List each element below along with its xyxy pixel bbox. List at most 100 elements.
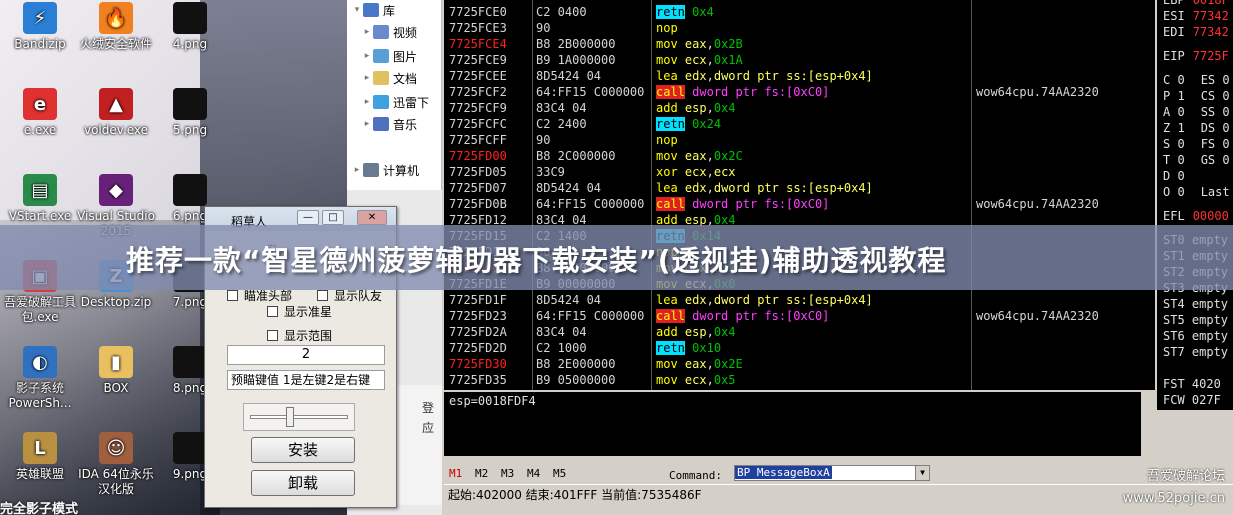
thunder-folder-icon <box>373 95 389 109</box>
desktop-icon[interactable]: L 英雄联盟 <box>0 432 80 482</box>
checkbox-box[interactable] <box>317 289 328 301</box>
disasm-row[interactable]: 7725FCE3 90 nop <box>444 20 1155 36</box>
tab-m3[interactable]: M3 <box>501 467 514 480</box>
disassembly-pane[interactable]: 7725FCE0 C2 0400 retn 0x4 7725FCE3 90 nop 772… <box>444 0 1155 403</box>
register-line[interactable]: D 0 <box>1163 168 1201 184</box>
register-line[interactable]: A 0 SS 0 <box>1163 104 1230 120</box>
disasm-row[interactable]: 7725FCE9 B9 1A000000 mov ecx,0x1A <box>444 52 1155 68</box>
explorer-item-label: 文档 <box>393 71 418 86</box>
install-button[interactable]: 安装 <box>251 437 355 463</box>
disasm-row[interactable]: 7725FCE4 B8 2B000000 mov eax,0x2B <box>444 36 1155 52</box>
desktop-icon[interactable]: ◐ 影子系统PowerSh... <box>0 346 80 411</box>
desktop-icon[interactable]: 4.png <box>150 2 230 52</box>
disasm-row[interactable]: 7725FD1F 8D5424 04 lea edx,dword ptr ss:[e… <box>444 292 1155 308</box>
info-scrollbar[interactable] <box>1141 392 1155 456</box>
disasm-row[interactable]: 7725FD30 B8 2E000000 mov eax,0x2E <box>444 356 1155 372</box>
register-line[interactable]: O 0 Last <box>1163 184 1230 200</box>
disasm-row[interactable]: 7725FD07 8D5424 04 lea edx,dword ptr ss:[e… <box>444 180 1155 196</box>
disasm-instruction: add esp,0x4 <box>656 100 736 116</box>
checkbox-show-range[interactable]: 显示范围 <box>267 327 332 343</box>
disasm-row[interactable]: 7725FD05 33C9 xor ecx,ecx <box>444 164 1155 180</box>
explorer-item[interactable]: ▸ 图片 <box>347 46 442 66</box>
desktop-icon[interactable]: e e.exe <box>0 88 80 138</box>
register-line[interactable]: FST 4020 <box>1163 376 1221 392</box>
partial-label-1: 登 <box>422 401 435 415</box>
register-line[interactable]: ST5 empty <box>1163 312 1228 328</box>
explorer-item[interactable]: ▸ 计算机 <box>347 160 442 180</box>
register-line[interactable]: T 0 GS 0 <box>1163 152 1230 168</box>
chevron-right-icon[interactable]: ▸ <box>361 27 373 37</box>
slider-thumb[interactable] <box>286 407 294 427</box>
minimize-button[interactable]: — <box>297 210 319 225</box>
desktop-icon[interactable]: 🔥 火绒安全软件 <box>76 2 156 52</box>
register-line[interactable]: ST4 empty <box>1163 296 1228 312</box>
disasm-row[interactable]: 7725FD23 64:FF15 C000000 call dword ptr fs… <box>444 308 1155 324</box>
close-button[interactable]: ✕ <box>357 210 387 225</box>
maximize-button[interactable]: □ <box>322 210 344 225</box>
uninstall-button[interactable]: 卸载 <box>251 470 355 496</box>
register-line[interactable]: C 0 ES 0 <box>1163 72 1230 88</box>
desktop-icon[interactable]: ▤ VStart.exe <box>0 174 80 224</box>
chevron-right-icon[interactable]: ▸ <box>361 51 373 61</box>
chevron-right-icon[interactable]: ▸ <box>361 73 373 83</box>
disasm-row[interactable]: 7725FCE0 C2 0400 retn 0x4 <box>444 4 1155 20</box>
register-line[interactable]: EDI 77342 <box>1163 24 1229 40</box>
chevron-down-icon[interactable]: ▾ <box>351 5 363 15</box>
register-line[interactable]: ST6 empty <box>1163 328 1228 344</box>
desktop-icon[interactable]: 5.png <box>150 88 230 138</box>
disasm-address: 7725FCE4 <box>449 37 507 51</box>
disasm-row[interactable]: 7725FCF2 64:FF15 C000000 call dword ptr fs… <box>444 84 1155 100</box>
register-line[interactable]: EFL 00000 <box>1163 208 1229 224</box>
checkbox-box[interactable] <box>227 289 238 301</box>
tab-m5[interactable]: M5 <box>553 467 566 480</box>
tab-m2[interactable]: M2 <box>475 467 488 480</box>
explorer-item[interactable]: ▸ 文档 <box>347 68 442 88</box>
disasm-row[interactable]: 7725FD35 B9 05000000 mov ecx,0x5 <box>444 372 1155 388</box>
chevron-right-icon[interactable]: ▸ <box>361 119 373 129</box>
disasm-bytes: C2 0400 <box>536 5 587 19</box>
registers-pane[interactable]: EBP 0018F ESI 77342 EDI 77342 EIP 7725F C 0 ES 0P… <box>1157 0 1233 410</box>
disasm-row[interactable]: 7725FCFF 90 nop <box>444 132 1155 148</box>
chevron-right-icon[interactable]: ▸ <box>361 97 373 107</box>
checkbox-show-crosshair[interactable]: 显示准星 <box>267 303 332 319</box>
explorer-item[interactable]: ▸ 迅雷下 <box>347 92 442 112</box>
command-input[interactable]: BP MessageBoxA ▼ <box>734 465 930 481</box>
checkbox-box[interactable] <box>267 329 278 341</box>
register-line[interactable]: EIP 7725F <box>1163 48 1229 64</box>
register-line[interactable]: ESI 77342 <box>1163 8 1229 24</box>
disasm-mnemonic: mov <box>656 37 678 51</box>
chevron-right-icon[interactable]: ▸ <box>351 165 363 175</box>
desktop-icon[interactable]: ▲ voldev.exe <box>76 88 156 138</box>
explorer-item[interactable]: ▸ 视频 <box>347 22 442 42</box>
register-line[interactable]: EBP 0018F <box>1163 0 1229 8</box>
disasm-bytes: B8 2C000000 <box>536 149 616 163</box>
register-line[interactable]: P 1 CS 0 <box>1163 88 1230 104</box>
disasm-row[interactable]: 7725FCEE 8D5424 04 lea edx,dword ptr ss:[e… <box>444 68 1155 84</box>
desktop-icon[interactable]: ▮ BOX <box>76 346 156 396</box>
tab-m1[interactable]: M1 <box>449 467 462 480</box>
register-value: 77342 <box>1192 25 1229 39</box>
disasm-row[interactable]: 7725FCFC C2 2400 retn 0x24 <box>444 116 1155 132</box>
disasm-row[interactable]: 7725FD2A 83C4 04 add esp,0x4 <box>444 324 1155 340</box>
disasm-mnemonic: retn <box>656 341 685 355</box>
chevron-down-icon[interactable]: ▼ <box>915 466 929 480</box>
explorer-item[interactable]: ▾ 库 <box>347 0 442 20</box>
register-line[interactable]: Z 1 DS 0 <box>1163 120 1230 136</box>
aim-value-input[interactable]: 2 <box>227 345 385 365</box>
desktop-icon[interactable]: ☺ IDA 64位永乐汉化版 <box>76 432 156 497</box>
desktop-icon[interactable]: ⚡ Bandizip <box>0 2 80 52</box>
register-line[interactable]: S 0 FS 0 <box>1163 136 1230 152</box>
disasm-row[interactable]: 7725FD00 B8 2C000000 mov eax,0x2C <box>444 148 1155 164</box>
aim-slider[interactable] <box>243 403 355 431</box>
register-line[interactable]: FCW 027F <box>1163 392 1221 408</box>
disasm-row[interactable]: 7725FD2D C2 1000 retn 0x10 <box>444 340 1155 356</box>
fpu-register: ST5 empty <box>1163 313 1229 327</box>
register-line[interactable]: ST7 empty <box>1163 344 1228 360</box>
tab-m4[interactable]: M4 <box>527 467 540 480</box>
disasm-bytes: 8D5424 04 <box>536 181 602 195</box>
disasm-row[interactable]: 7725FD0B 64:FF15 C000000 call dword ptr fs… <box>444 196 1155 212</box>
explorer-item[interactable]: ▸ 音乐 <box>347 114 442 134</box>
disasm-instruction: retn 0x10 <box>656 340 721 356</box>
checkbox-box[interactable] <box>267 305 278 317</box>
disasm-row[interactable]: 7725FCF9 83C4 04 add esp,0x4 <box>444 100 1155 116</box>
